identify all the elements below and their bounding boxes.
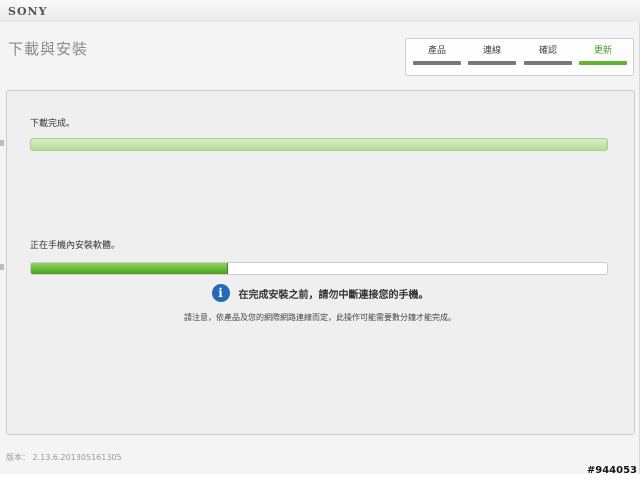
download-progress-bar <box>30 138 608 151</box>
edge-marker <box>0 264 4 270</box>
watermark: #944053 <box>586 465 637 476</box>
step-connect: 連線 <box>468 45 516 65</box>
step-label: 更新 <box>593 46 612 56</box>
step-label: 確認 <box>538 46 557 56</box>
install-progress-bar <box>30 262 608 275</box>
step-bar <box>524 61 572 65</box>
step-bar <box>413 61 461 65</box>
step-bar <box>468 61 516 65</box>
duration-note: 請注意，依產品及您的網際網路連線而定，此操作可能需要數分鐘才能完成。 <box>184 313 456 322</box>
step-product: 產品 <box>413 45 461 65</box>
step-label: 產品 <box>427 46 446 56</box>
warning-text: 在完成安裝之前，請勿中斷連接您的手機。 <box>238 289 429 301</box>
step-label: 連線 <box>482 46 501 56</box>
download-status-label: 下載完成。 <box>30 119 76 129</box>
step-confirm: 確認 <box>524 45 572 65</box>
sony-logo: SONY <box>8 5 48 18</box>
title-bar: SONY <box>0 0 640 23</box>
step-bar <box>579 61 627 65</box>
step-update: 更新 <box>579 45 627 65</box>
version-label: 版本： 2.13.6.201305161305 <box>6 453 122 462</box>
info-icon: i <box>211 284 230 302</box>
install-status-label: 正在手機內安裝軟體。 <box>30 241 121 251</box>
step-indicator: 產品 連線 確認 更新 <box>405 38 634 76</box>
page-title: 下載與安裝 <box>8 40 89 58</box>
install-progress-fill <box>31 263 228 274</box>
warning-message: i 在完成安裝之前，請勿中斷連接您的手機。 <box>0 283 640 303</box>
edge-marker <box>0 140 4 146</box>
